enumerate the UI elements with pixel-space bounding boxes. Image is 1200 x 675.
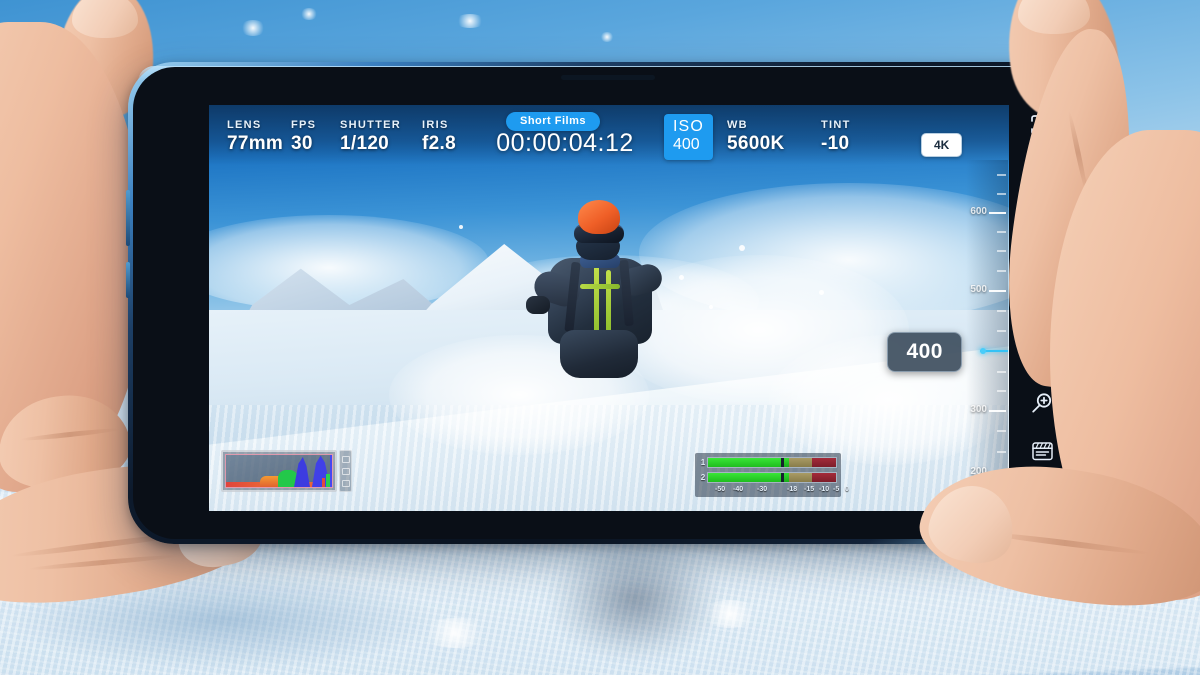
audio-meters[interactable]: 1 2 -50 -40 -30 -18 -15 -10 -5 0 (695, 453, 849, 497)
rgb-histogram[interactable] (221, 450, 337, 492)
volume-button[interactable] (126, 190, 130, 246)
audio-scale-tick: -30 (757, 486, 768, 493)
scope-option[interactable] (341, 467, 350, 475)
metric-wb-label: WB (727, 119, 748, 131)
metric-fps[interactable]: FPS 30 (291, 119, 316, 155)
metric-iso-value: 400 (673, 136, 700, 153)
histogram-red-spike (322, 478, 325, 487)
metric-wb-value: 5600K (727, 133, 785, 154)
power-button[interactable] (126, 262, 130, 298)
audio-scale-tick: -50 (715, 486, 726, 493)
earpiece-speaker (561, 75, 655, 80)
scope-option[interactable] (341, 455, 350, 463)
audio-level-bar (707, 457, 837, 468)
metric-wb[interactable]: WB 5600K (727, 119, 785, 155)
audio-channel-row: 1 (699, 456, 837, 469)
audio-scale-tick: -10 (819, 486, 830, 493)
metric-tint-value: -10 (821, 133, 850, 154)
audio-scale-tick: 0 (845, 486, 849, 493)
metric-iso-label: ISO (673, 118, 704, 135)
histogram-blue-spike (330, 455, 332, 487)
histogram-blue-peak (294, 457, 310, 487)
metric-shutter-label: SHUTTER (340, 119, 402, 131)
metric-lens[interactable]: LENS 77mm (227, 119, 283, 155)
metric-tint-label: TINT (821, 119, 851, 131)
audio-channel-row: 2 (699, 471, 837, 484)
audio-channel-label: 1 (700, 458, 706, 467)
left-index-nail (72, 0, 138, 38)
timecode-display[interactable]: 00:00:04:12 (475, 129, 655, 158)
audio-level-bar (707, 472, 837, 483)
snow-spray (455, 14, 485, 28)
snow-spray (420, 618, 490, 648)
metric-tint[interactable]: TINT -10 (821, 119, 851, 155)
metric-iso[interactable]: ISO 400 (664, 114, 713, 160)
snow-spray (700, 600, 760, 628)
metric-iris-value: f2.8 (422, 133, 456, 154)
metric-fps-label: FPS (291, 119, 317, 131)
audio-scale: -50 -40 -30 -18 -15 -10 -5 0 (707, 486, 849, 497)
histogram-plot (225, 454, 333, 488)
histogram-scope-selector[interactable] (339, 450, 352, 492)
metric-shutter-value: 1/120 (340, 133, 390, 154)
right-hand (860, 0, 1200, 675)
metric-lens-label: LENS (227, 119, 262, 131)
right-index-nail (1018, 0, 1090, 34)
metric-iris[interactable]: IRIS f2.8 (422, 119, 456, 155)
histogram-green-spike (326, 474, 330, 487)
snow-spray (600, 32, 614, 42)
metric-lens-value: 77mm (227, 133, 284, 154)
audio-channel-label: 2 (700, 473, 706, 482)
audio-scale-tick: -40 (733, 486, 744, 493)
metric-shutter[interactable]: SHUTTER 1/120 (340, 119, 401, 155)
audio-scale-tick: -18 (787, 486, 798, 493)
metric-iris-label: IRIS (422, 119, 449, 131)
metric-fps-value: 30 (291, 133, 313, 154)
scope-option[interactable] (341, 479, 350, 487)
audio-scale-tick: -15 (804, 486, 815, 493)
audio-scale-tick: -5 (833, 486, 840, 493)
